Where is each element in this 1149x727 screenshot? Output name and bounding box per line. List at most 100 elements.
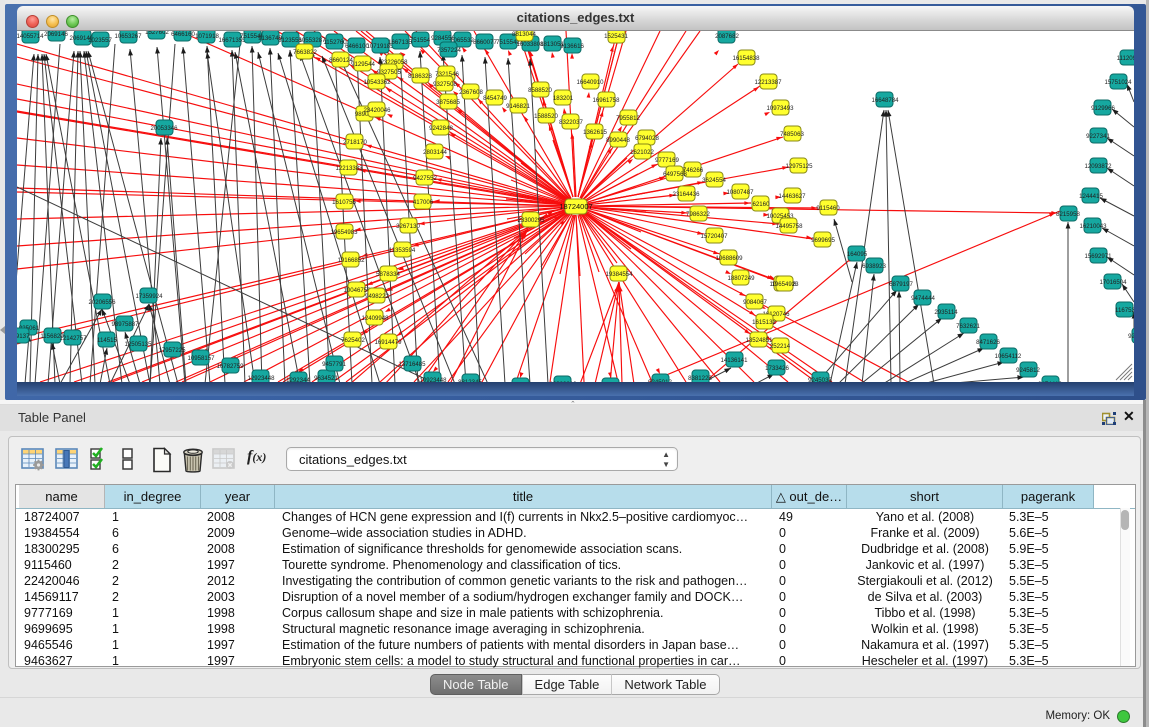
svg-text:16914479: 16914479	[374, 339, 402, 346]
svg-text:6879197: 6879197	[889, 281, 913, 288]
svg-text:8454749: 8454749	[483, 95, 507, 102]
svg-text:1615132: 1615132	[752, 319, 776, 326]
svg-text:10973493: 10973493	[766, 105, 794, 112]
svg-text:9634521: 9634521	[314, 375, 338, 382]
svg-text:3624554: 3624554	[702, 177, 726, 184]
svg-text:116753: 116753	[1115, 307, 1134, 314]
svg-text:9146821: 9146821	[506, 103, 530, 110]
svg-text:2803144: 2803144	[423, 149, 447, 156]
svg-text:9699695: 9699695	[811, 237, 835, 244]
svg-text:15692971: 15692971	[1084, 253, 1112, 260]
svg-text:9242848: 9242848	[429, 125, 453, 132]
svg-text:9084067: 9084067	[743, 299, 767, 306]
svg-text:7986322: 7986322	[686, 211, 710, 218]
svg-text:5878334: 5878334	[376, 271, 400, 278]
svg-text:9129544: 9129544	[351, 61, 375, 68]
svg-text:16961758: 16961758	[592, 97, 620, 104]
svg-text:20053346: 20053346	[150, 125, 178, 132]
svg-text:8186328: 8186328	[408, 73, 432, 80]
svg-text:12213383: 12213383	[335, 165, 363, 172]
svg-text:9474444: 9474444	[911, 295, 935, 302]
svg-text:10958157: 10958157	[187, 355, 215, 362]
svg-text:12093872: 12093872	[1084, 163, 1112, 170]
svg-text:164095: 164095	[847, 251, 868, 258]
svg-text:17957225: 17957225	[158, 347, 186, 354]
svg-text:9136616: 9136616	[560, 43, 584, 50]
svg-text:10543362: 10543362	[363, 79, 391, 86]
svg-text:7625402: 7625402	[341, 337, 365, 344]
svg-text:1152760: 1152760	[323, 39, 347, 46]
svg-text:39137: 39137	[17, 333, 30, 340]
svg-text:19166852: 19166852	[337, 257, 365, 264]
svg-text:7485063: 7485063	[780, 131, 804, 138]
svg-text:12142757: 12142757	[59, 335, 87, 342]
svg-text:6466160: 6466160	[171, 31, 195, 38]
svg-text:8990448: 8990448	[606, 137, 630, 144]
svg-text:18807249: 18807249	[727, 275, 755, 282]
svg-text:10553287: 10553287	[298, 37, 326, 44]
svg-text:7955812: 7955812	[616, 115, 640, 122]
svg-text:2935114: 2935114	[934, 309, 958, 316]
svg-text:2718170: 2718170	[343, 139, 367, 146]
svg-text:12505135: 12505135	[124, 341, 152, 348]
svg-text:9245812: 9245812	[1016, 367, 1040, 374]
svg-text:8322037: 8322037	[559, 119, 583, 126]
svg-text:417006: 417006	[413, 199, 434, 206]
svg-text:1667135: 1667135	[388, 39, 412, 46]
svg-text:1610755: 1610755	[332, 199, 356, 206]
svg-text:62160: 62160	[753, 201, 771, 208]
svg-text:8660077: 8660077	[473, 39, 497, 46]
svg-text:8813044: 8813044	[512, 31, 536, 38]
svg-text:2367608: 2367608	[459, 89, 483, 96]
svg-text:15720407: 15720407	[700, 233, 728, 240]
svg-text:16648784: 16648784	[871, 97, 899, 104]
svg-text:14136141: 14136141	[720, 357, 748, 364]
svg-text:12409948: 12409948	[361, 315, 389, 322]
svg-text:9213455: 9213455	[1128, 333, 1134, 340]
svg-text:9427552: 9427552	[413, 175, 437, 182]
svg-text:23420046: 23420046	[363, 107, 391, 114]
svg-text:12923448: 12923448	[247, 375, 275, 382]
svg-text:3267130: 3267130	[396, 223, 420, 230]
svg-text:751554: 751554	[410, 37, 431, 44]
svg-text:114515: 114515	[97, 337, 117, 344]
svg-text:14055714: 14055714	[17, 33, 44, 40]
svg-text:1244415: 1244415	[1079, 193, 1103, 200]
svg-text:10688609: 10688609	[715, 255, 743, 262]
svg-text:19384554: 19384554	[605, 271, 633, 278]
svg-text:8660124: 8660124	[329, 57, 353, 64]
svg-text:7632621: 7632621	[956, 323, 980, 330]
svg-text:6497568: 6497568	[663, 171, 687, 178]
svg-text:11353594: 11353594	[389, 247, 416, 254]
svg-text:9327508: 9327508	[433, 81, 457, 88]
svg-text:16640910: 16640910	[576, 79, 604, 86]
svg-text:12975125: 12975125	[785, 163, 813, 170]
svg-text:7663822: 7663822	[293, 49, 317, 56]
svg-text:19654983: 19654983	[330, 229, 358, 236]
svg-text:8471626: 8471626	[976, 339, 1000, 346]
svg-text:2069146: 2069146	[44, 31, 68, 38]
svg-text:15751024: 15751024	[1104, 79, 1132, 86]
svg-text:1071918: 1071918	[195, 33, 219, 40]
svg-text:9115460: 9115460	[816, 205, 840, 212]
svg-text:20206556: 20206556	[88, 299, 116, 306]
svg-text:10653267: 10653267	[114, 33, 142, 40]
svg-text:1733426: 1733426	[765, 365, 789, 372]
svg-text:1112093: 1112093	[1117, 55, 1134, 62]
svg-text:1362615: 1362615	[583, 129, 607, 136]
svg-text:3875685: 3875685	[436, 99, 460, 106]
svg-text:16210043: 16210043	[1079, 223, 1107, 230]
svg-text:7357224: 7357224	[437, 47, 461, 54]
svg-text:9129966: 9129966	[1091, 105, 1115, 112]
svg-text:19654923: 19654923	[771, 281, 799, 288]
svg-text:14495758: 14495758	[775, 223, 803, 230]
svg-text:6794028: 6794028	[635, 135, 659, 142]
svg-text:8381223: 8381223	[688, 375, 712, 382]
svg-text:12213387: 12213387	[754, 79, 782, 86]
svg-text:23300295: 23300295	[517, 217, 545, 224]
svg-text:9457791: 9457791	[322, 361, 346, 368]
svg-text:17359924: 17359924	[135, 293, 163, 300]
svg-text:9498222: 9498222	[365, 293, 389, 300]
svg-text:1023557: 1023557	[88, 37, 112, 44]
svg-text:9227341: 9227341	[1086, 133, 1110, 140]
